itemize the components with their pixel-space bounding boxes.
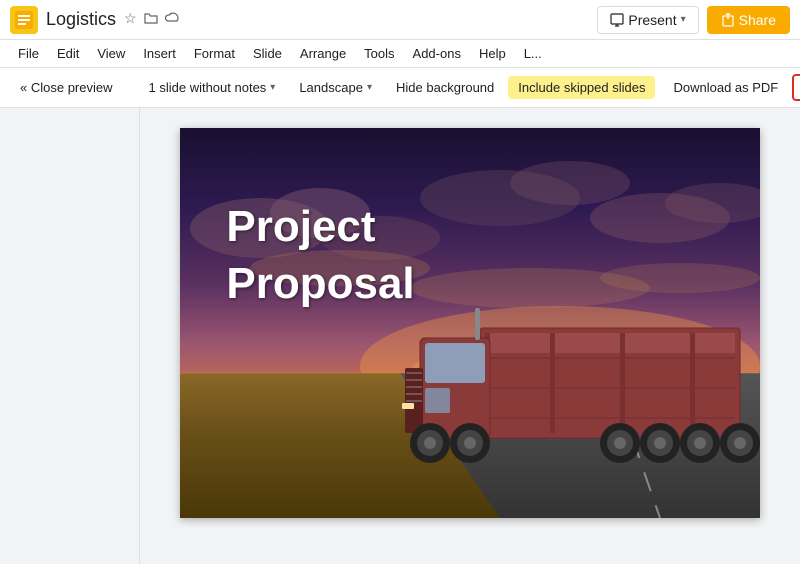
slide-title-line2: Proposal	[226, 255, 414, 312]
close-preview-button[interactable]: « Close preview	[10, 76, 123, 99]
slide-title: Project Proposal	[226, 198, 414, 312]
slide-preview: Project Proposal	[180, 128, 760, 518]
app-title: Logistics	[46, 9, 116, 30]
menu-more[interactable]: L...	[516, 44, 550, 63]
slide-area: Project Proposal	[140, 108, 800, 564]
slides-option-label: 1 slide without notes	[149, 80, 267, 95]
left-panel	[0, 108, 140, 564]
menu-edit[interactable]: Edit	[49, 44, 87, 63]
hide-bg-label: Hide background	[396, 80, 494, 95]
menu-slide[interactable]: Slide	[245, 44, 290, 63]
include-skipped-label: Include skipped slides	[518, 80, 645, 95]
orientation-button[interactable]: Landscape ▾	[289, 76, 382, 99]
menu-addons[interactable]: Add-ons	[405, 44, 469, 63]
slide-title-line1: Project	[226, 198, 414, 255]
orientation-label: Landscape	[299, 80, 363, 95]
close-preview-label: « Close preview	[20, 80, 113, 95]
menu-insert[interactable]: Insert	[135, 44, 184, 63]
download-pdf-label: Download as PDF	[673, 80, 778, 95]
share-button[interactable]: Share	[707, 6, 790, 34]
print-button[interactable]: Print	[792, 74, 800, 101]
include-skipped-button[interactable]: Include skipped slides	[508, 76, 655, 99]
folder-icon[interactable]	[143, 10, 159, 29]
menu-tools[interactable]: Tools	[356, 44, 402, 63]
orientation-chevron: ▾	[367, 82, 372, 93]
title-bar: Logistics ☆ Present ▾ Share	[0, 0, 800, 40]
app-icon	[10, 6, 38, 34]
menu-arrange[interactable]: Arrange	[292, 44, 354, 63]
download-pdf-button[interactable]: Download as PDF	[663, 76, 788, 99]
menu-bar: File Edit View Insert Format Slide Arran…	[0, 40, 800, 68]
menu-help[interactable]: Help	[471, 44, 514, 63]
star-icon[interactable]: ☆	[124, 10, 137, 29]
main-area: Project Proposal	[0, 108, 800, 564]
share-label: Share	[739, 12, 776, 28]
menu-view[interactable]: View	[89, 44, 133, 63]
hide-bg-button[interactable]: Hide background	[386, 76, 504, 99]
slides-option-button[interactable]: 1 slide without notes ▾	[139, 76, 286, 99]
present-chevron: ▾	[681, 14, 686, 25]
present-button[interactable]: Present ▾	[597, 6, 698, 34]
title-icons: ☆	[124, 10, 181, 29]
slides-option-chevron: ▾	[270, 82, 275, 93]
menu-format[interactable]: Format	[186, 44, 243, 63]
cloud-icon[interactable]	[165, 10, 181, 29]
print-toolbar: « Close preview 1 slide without notes ▾ …	[0, 68, 800, 108]
present-label: Present	[628, 12, 676, 28]
menu-file[interactable]: File	[10, 44, 47, 63]
